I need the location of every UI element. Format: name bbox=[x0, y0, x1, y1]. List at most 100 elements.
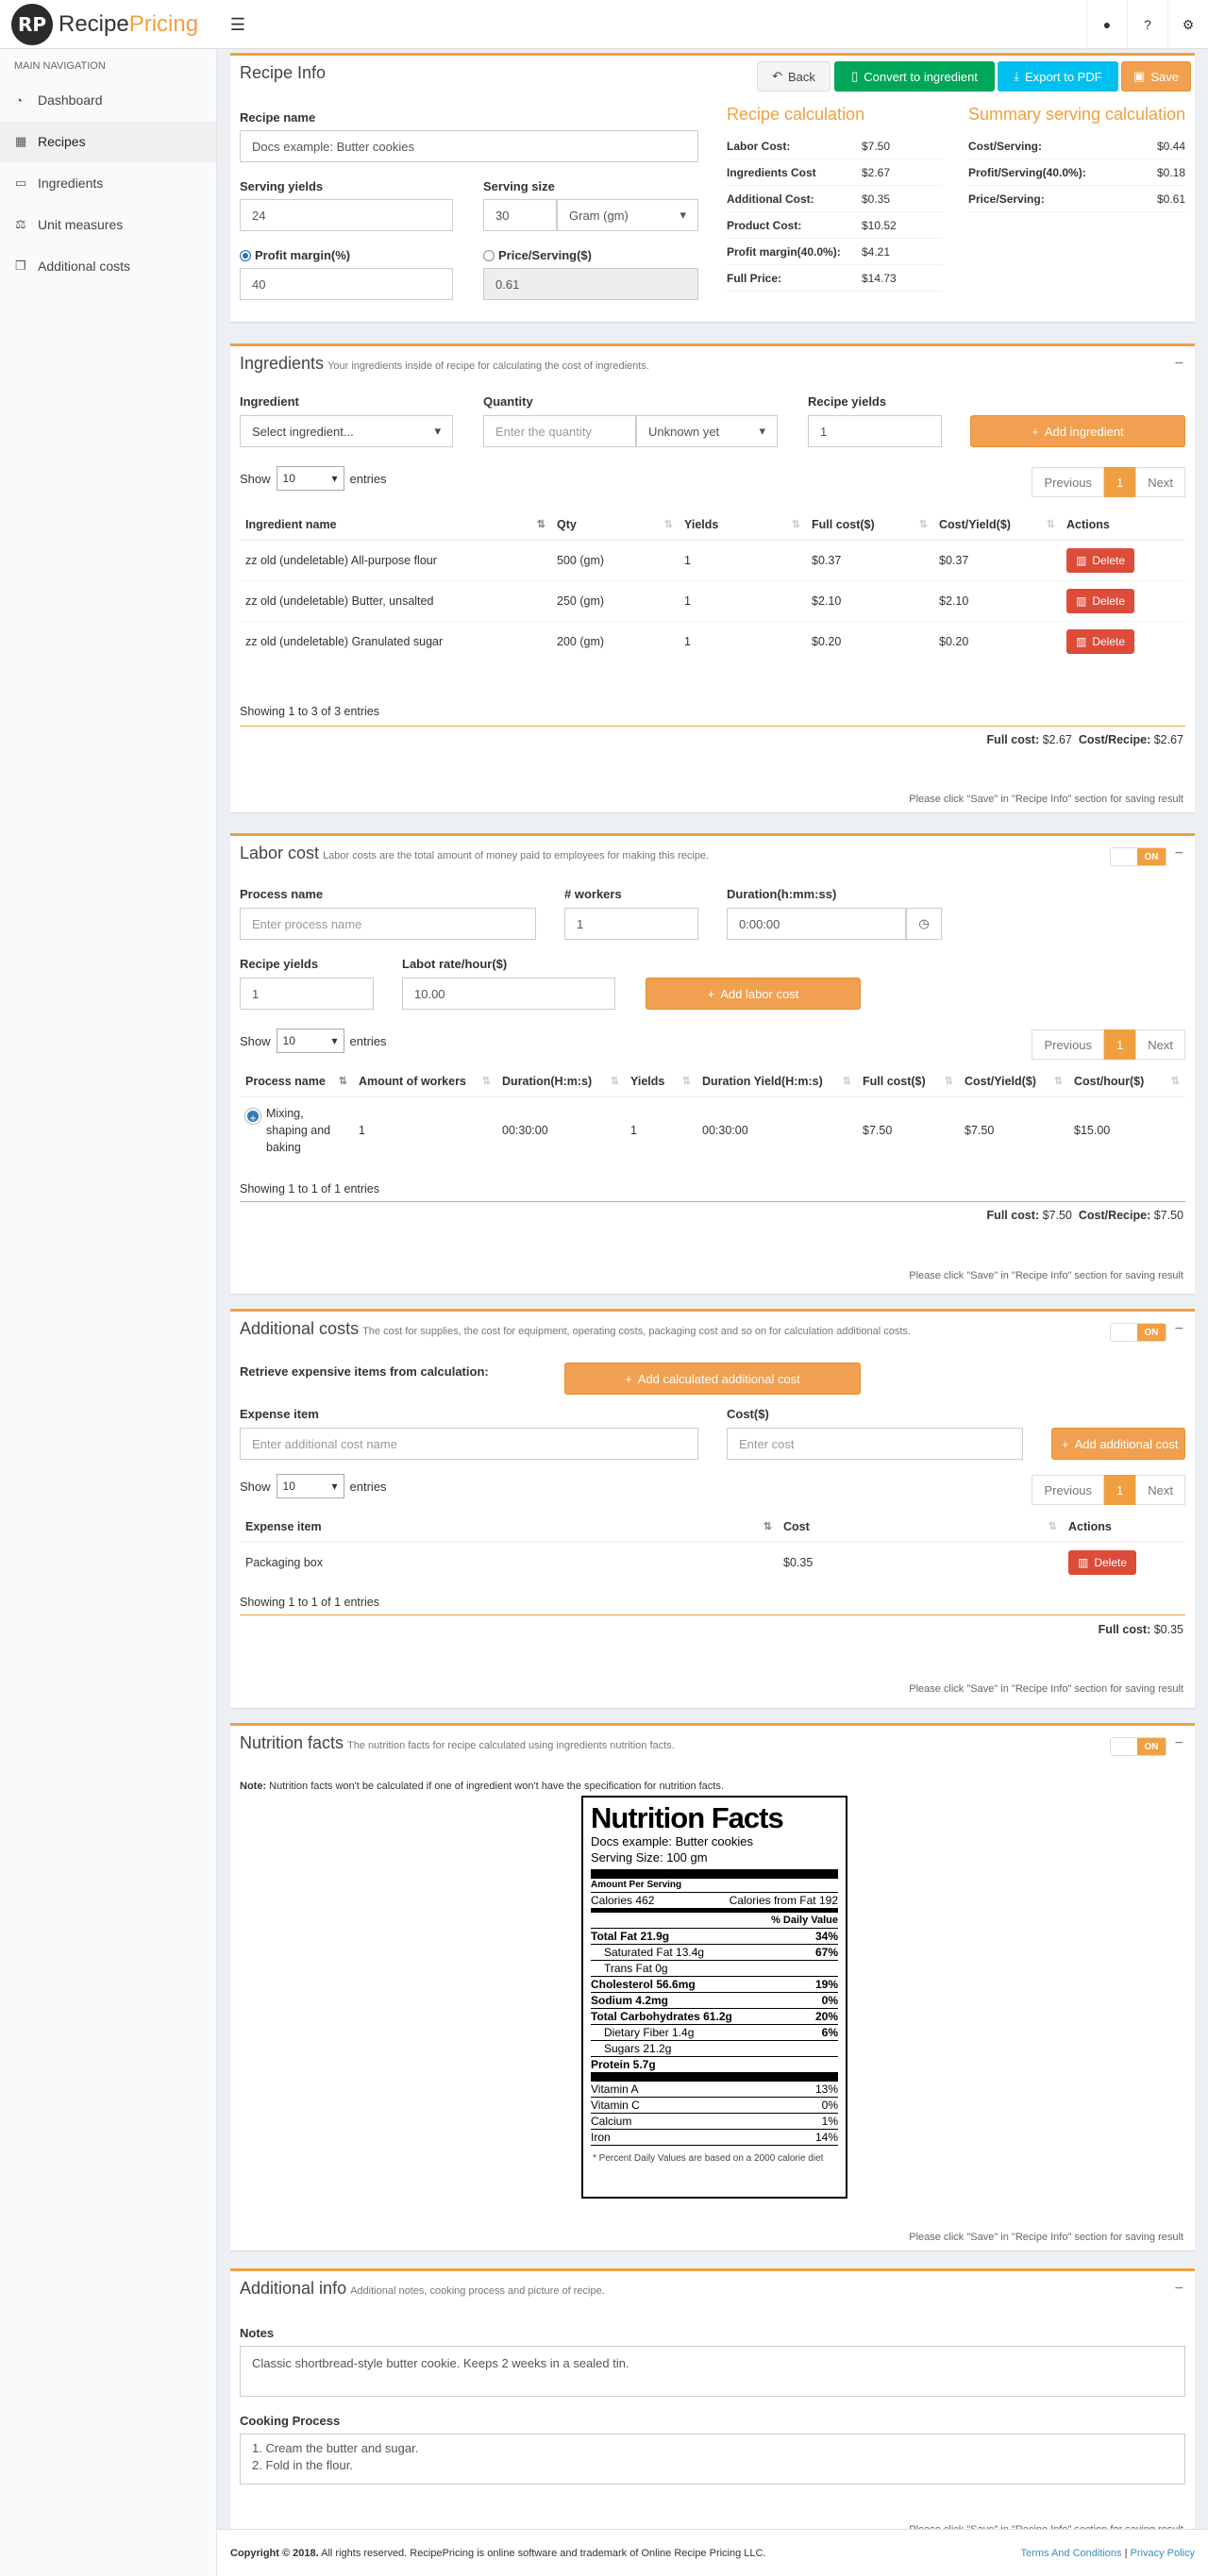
col-workers[interactable]: Amount of workers ⇅ bbox=[353, 1067, 496, 1097]
profit-margin-input[interactable]: 40 bbox=[240, 268, 453, 300]
balance-icon: ⚖ bbox=[15, 217, 26, 231]
ingredient-select[interactable]: Select ingredient... ▾ bbox=[240, 415, 453, 447]
col-process-name[interactable]: Process name ⇅ bbox=[240, 1067, 353, 1097]
serving-yields-input[interactable]: 24 bbox=[240, 199, 453, 231]
quantity-unit-select[interactable]: Unknown yet ▾ bbox=[636, 415, 778, 447]
previous-page-button[interactable]: Previous bbox=[1032, 1475, 1105, 1505]
page-1-button[interactable]: 1 bbox=[1104, 1475, 1136, 1505]
gears-icon[interactable]: ⚙ bbox=[1167, 0, 1208, 49]
save-icon: ▣ bbox=[1133, 69, 1146, 83]
col-cost-yield[interactable]: Cost/Yield($) ⇅ bbox=[959, 1067, 1068, 1097]
page-1-button[interactable]: 1 bbox=[1104, 467, 1136, 497]
col-duration[interactable]: Duration(H:m:s) ⇅ bbox=[496, 1067, 625, 1097]
next-page-button[interactable]: Next bbox=[1135, 467, 1185, 497]
save-note: Please click "Save" in "Recipe Info" sec… bbox=[909, 2232, 1183, 2243]
add-calculated-cost-button[interactable]: + Add calculated additional cost bbox=[564, 1363, 861, 1395]
delete-button[interactable]: ▥ Delete bbox=[1068, 1550, 1136, 1575]
sidebar-item-dashboard[interactable]: ◔ Dashboard bbox=[0, 79, 216, 121]
additional-toggle[interactable]: ON bbox=[1110, 1323, 1166, 1342]
price-serving-radio[interactable]: Price/Serving($) bbox=[483, 248, 592, 262]
sidebar-item-unit-measures[interactable]: ⚖ Unit measures bbox=[0, 204, 216, 245]
recipe-calculation-title: Recipe calculation bbox=[727, 105, 865, 124]
cost-input[interactable]: Enter cost bbox=[727, 1428, 1023, 1460]
recipe-yields-input[interactable]: 1 bbox=[240, 978, 374, 1010]
next-page-button[interactable]: Next bbox=[1135, 1029, 1185, 1060]
export-pdf-button[interactable]: ⤓ Export to PDF bbox=[998, 61, 1118, 92]
serving-unit-select[interactable]: Gram (gm) ▾ bbox=[557, 199, 698, 231]
collapse-icon[interactable]: − bbox=[1175, 1735, 1183, 1752]
col-cost[interactable]: Cost ⇅ bbox=[778, 1513, 1063, 1543]
sidebar-item-recipes[interactable]: ▦ Recipes bbox=[0, 121, 216, 162]
col-yields[interactable]: Yields ⇅ bbox=[625, 1067, 696, 1097]
user-icon[interactable]: ● bbox=[1086, 0, 1127, 49]
entries-select[interactable]: 10 ▾ bbox=[276, 1474, 344, 1498]
trash-icon: ▥ bbox=[1075, 594, 1087, 608]
col-cost-hour[interactable]: Cost/hour($) ⇅ bbox=[1068, 1067, 1185, 1097]
recipe-info-box: Recipe Info ↶ Back ▯ Convert to ingredient… bbox=[230, 53, 1195, 322]
cell: 1 bbox=[679, 580, 806, 622]
delete-button[interactable]: ▥ Delete bbox=[1066, 548, 1134, 573]
divider bbox=[240, 1614, 1185, 1615]
calc-row: Product Cost: $10.52 bbox=[727, 212, 942, 239]
expense-item-input[interactable]: Enter additional cost name bbox=[240, 1428, 698, 1460]
table-row: zz old (undeletable) Granulated sugar 200… bbox=[240, 621, 1185, 661]
recipe-name-input[interactable]: Docs example: Butter cookies bbox=[240, 130, 698, 162]
col-expense-item[interactable]: Expense item ⇅ bbox=[240, 1513, 778, 1543]
table-info: Showing 1 to 1 of 1 entries bbox=[240, 1182, 380, 1196]
entries-length: Show 10 ▾ entries bbox=[240, 1474, 387, 1498]
menu-toggle-icon[interactable]: ☰ bbox=[222, 0, 254, 49]
cell: 1 bbox=[625, 1096, 696, 1163]
sidebar-item-additional-costs[interactable]: ❒ Additional costs bbox=[0, 245, 216, 287]
delete-button[interactable]: ▥ Delete bbox=[1066, 589, 1134, 613]
col-yields[interactable]: Yields ⇅ bbox=[679, 510, 806, 541]
quantity-input[interactable]: Enter the quantity bbox=[483, 415, 636, 447]
logo[interactable]: RP RecipePricing bbox=[0, 0, 217, 49]
labor-toggle[interactable]: ON bbox=[1110, 847, 1166, 866]
next-page-button[interactable]: Next bbox=[1135, 1475, 1185, 1505]
expand-row-icon[interactable]: + bbox=[245, 1109, 260, 1125]
previous-page-button[interactable]: Previous bbox=[1032, 467, 1105, 497]
ingredients-title: Ingredients Your ingredients inside of re… bbox=[240, 354, 649, 373]
collapse-icon[interactable]: − bbox=[1175, 1321, 1183, 1338]
nutrition-toggle[interactable]: ON bbox=[1110, 1737, 1166, 1756]
privacy-link[interactable]: Privacy Policy bbox=[1131, 2548, 1195, 2559]
entries-select[interactable]: 10 ▾ bbox=[276, 1029, 344, 1053]
collapse-icon[interactable]: − bbox=[1175, 356, 1183, 373]
collapse-icon[interactable]: − bbox=[1175, 2281, 1183, 2298]
entries-select[interactable]: 10 ▾ bbox=[276, 466, 344, 491]
question-icon[interactable]: ? bbox=[1127, 0, 1167, 49]
col-actions: Actions bbox=[1061, 510, 1185, 541]
col-qty[interactable]: Qty ⇅ bbox=[551, 510, 679, 541]
add-labor-cost-button[interactable]: + Add labor cost bbox=[646, 978, 861, 1010]
sort-icon: ⇅ bbox=[1046, 519, 1055, 530]
cooking-process-textarea[interactable]: 1. Cream the butter and sugar. 2. Fold in… bbox=[240, 2434, 1185, 2484]
labor-rate-input[interactable]: 10.00 bbox=[402, 978, 615, 1010]
save-button[interactable]: ▣ Save bbox=[1121, 61, 1191, 92]
collapse-icon[interactable]: − bbox=[1175, 845, 1183, 862]
quantity-label: Quantity bbox=[483, 394, 533, 409]
clock-icon[interactable]: ◷ bbox=[906, 908, 942, 940]
col-ingredient-name[interactable]: Ingredient name ⇅ bbox=[240, 510, 551, 541]
sidebar-item-ingredients[interactable]: ▭ Ingredients bbox=[0, 162, 216, 204]
duration-input[interactable]: 0:00:00 bbox=[727, 908, 906, 940]
notes-textarea[interactable]: Classic shortbread-style butter cookie. … bbox=[240, 2346, 1185, 2397]
recipe-yields-input[interactable]: 1 bbox=[808, 415, 942, 447]
process-name-input[interactable]: Enter process name bbox=[240, 908, 536, 940]
page-1-button[interactable]: 1 bbox=[1104, 1029, 1136, 1060]
previous-page-button[interactable]: Previous bbox=[1032, 1029, 1105, 1060]
convert-button[interactable]: ▯ Convert to ingredient bbox=[834, 61, 995, 92]
profit-margin-radio[interactable]: Profit margin(%) bbox=[240, 248, 350, 262]
terms-link[interactable]: Terms And Conditions bbox=[1021, 2548, 1122, 2559]
col-full-cost[interactable]: Full cost($) ⇅ bbox=[806, 510, 933, 541]
serving-size-input[interactable]: 30 bbox=[483, 199, 557, 231]
col-cost-yield[interactable]: Cost/Yield($) ⇅ bbox=[933, 510, 1061, 541]
add-additional-cost-button[interactable]: + Add additional cost bbox=[1051, 1428, 1185, 1460]
add-ingredient-button[interactable]: + Add ingredient bbox=[970, 415, 1185, 447]
workers-input[interactable]: 1 bbox=[564, 908, 698, 940]
labor-cost-box: Labor cost Labor costs are the total amou… bbox=[230, 833, 1195, 1294]
delete-button[interactable]: ▥ Delete bbox=[1066, 629, 1134, 654]
col-full-cost[interactable]: Full cost($) ⇅ bbox=[857, 1067, 959, 1097]
cell: 250 (gm) bbox=[551, 580, 679, 622]
col-duration-yield[interactable]: Duration Yield(H:m:s) ⇅ bbox=[696, 1067, 857, 1097]
back-button[interactable]: ↶ Back bbox=[757, 61, 830, 92]
